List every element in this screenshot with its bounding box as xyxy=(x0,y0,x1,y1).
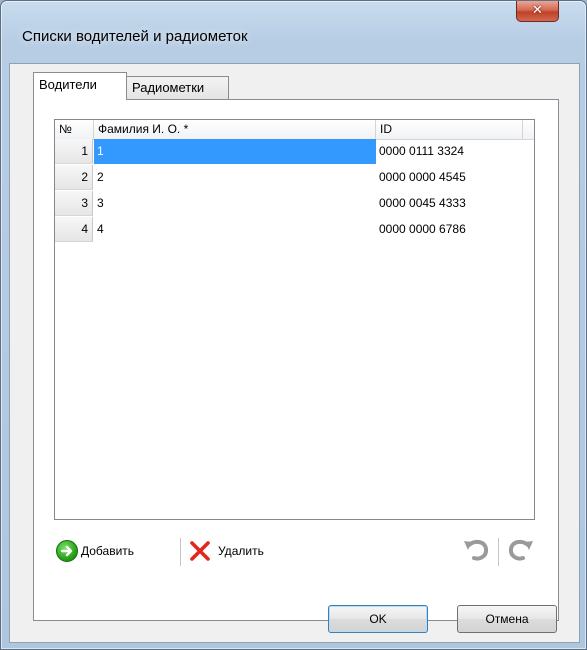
row-number[interactable]: 1 xyxy=(55,139,93,164)
drivers-table[interactable]: № Фамилия И. О. * ID 1 1 0000 0111 3324 … xyxy=(54,119,535,520)
close-icon: ✕ xyxy=(532,3,543,18)
column-header-id[interactable]: ID xyxy=(376,120,523,139)
cell-driver-id[interactable]: 0000 0000 6786 xyxy=(376,217,526,242)
redo-button[interactable] xyxy=(506,536,536,566)
tab-radio-tags[interactable]: Радиометки xyxy=(127,76,229,100)
table-row[interactable]: 1 1 0000 0111 3324 xyxy=(55,139,534,165)
arrow-right-circle-icon xyxy=(56,540,78,562)
red-x-icon xyxy=(188,539,212,563)
ok-button[interactable]: OK xyxy=(328,605,428,633)
tab-panel-drivers: № Фамилия И. О. * ID 1 1 0000 0111 3324 … xyxy=(33,99,559,621)
table-row[interactable]: 2 2 0000 0000 4545 xyxy=(55,165,534,191)
redo-icon xyxy=(506,538,536,564)
table-row[interactable]: 3 3 0000 0045 4333 xyxy=(55,191,534,217)
cell-driver-id[interactable]: 0000 0045 4333 xyxy=(376,191,526,216)
row-number[interactable]: 2 xyxy=(55,165,93,190)
undo-button[interactable] xyxy=(461,536,491,566)
delete-button[interactable]: Удалить xyxy=(188,536,264,566)
row-number[interactable]: 4 xyxy=(55,217,93,242)
window-title: Списки водителей и радиометок xyxy=(22,28,248,45)
title-bar[interactable]: Списки водителей и радиометок ✕ xyxy=(1,1,586,63)
toolbar-separator xyxy=(180,538,181,566)
close-button[interactable]: ✕ xyxy=(516,1,559,22)
cancel-button[interactable]: Отмена xyxy=(457,605,557,633)
toolbar-separator xyxy=(498,538,499,566)
table-header: № Фамилия И. О. * ID xyxy=(55,120,534,140)
undo-icon xyxy=(461,538,491,564)
dialog-client-area: Водители Радиометки № Фамилия И. О. * ID… xyxy=(9,63,580,643)
cell-driver-id[interactable]: 0000 0111 3324 xyxy=(376,139,526,164)
cell-driver-name[interactable]: 2 xyxy=(94,165,376,190)
table-row[interactable]: 4 4 0000 0000 6786 xyxy=(55,217,534,243)
column-header-number[interactable]: № xyxy=(55,120,94,139)
add-button[interactable]: Добавить xyxy=(56,536,134,566)
tab-drivers[interactable]: Водители xyxy=(33,72,127,100)
row-number[interactable]: 3 xyxy=(55,191,93,216)
cell-driver-name[interactable]: 3 xyxy=(94,191,376,216)
add-button-label: Добавить xyxy=(81,544,135,558)
column-header-name[interactable]: Фамилия И. О. * xyxy=(94,120,376,139)
cell-driver-id[interactable]: 0000 0000 4545 xyxy=(376,165,526,190)
cell-driver-name[interactable]: 1 xyxy=(94,139,376,164)
table-toolbar: Добавить Удалить xyxy=(54,532,540,572)
delete-button-label: Удалить xyxy=(218,544,264,558)
dialog-window: Списки водителей и радиометок ✕ Водители… xyxy=(0,0,587,650)
cell-driver-name[interactable]: 4 xyxy=(94,217,376,242)
